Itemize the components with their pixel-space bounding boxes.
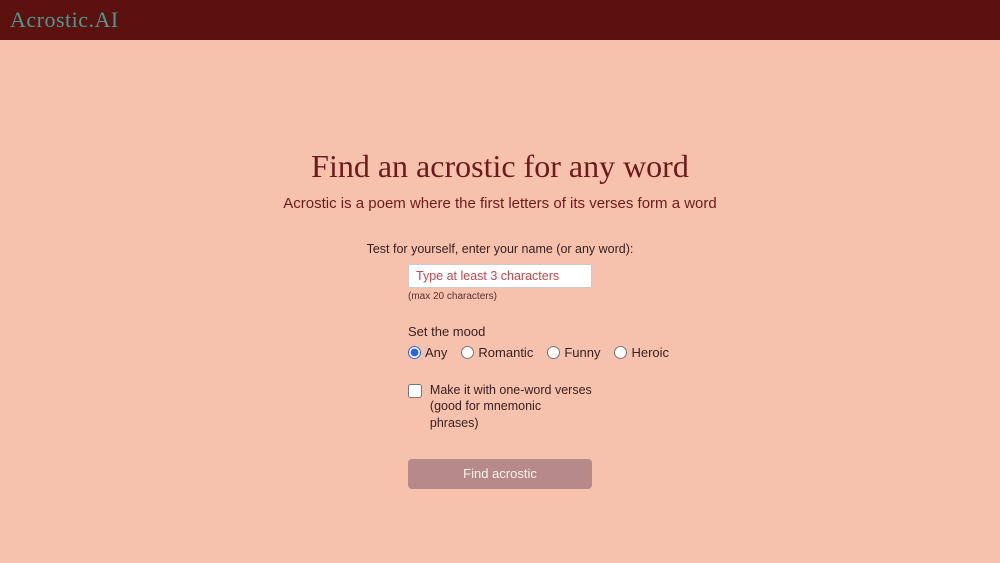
main-content: Find an acrostic for any word Acrostic i… [0,40,1000,563]
mood-radio-group: Any Romantic Funny Heroic [408,345,592,360]
mood-radio-funny-input[interactable] [547,346,560,359]
header: Acrostic.AI [0,0,1000,40]
max-chars-note: (max 20 characters) [408,291,592,302]
checkbox-label-line2: (good for mnemonic phrases) [430,399,541,429]
page-subtitle: Acrostic is a poem where the first lette… [0,195,1000,212]
one-word-checkbox-row: Make it with one-word verses (good for m… [408,382,592,431]
find-acrostic-button[interactable]: Find acrostic [408,459,592,489]
mood-radio-heroic-label[interactable]: Heroic [631,345,669,360]
mood-radio-romantic: Romantic [461,345,533,360]
one-word-checkbox-label[interactable]: Make it with one-word verses (good for m… [430,382,592,431]
mood-label: Set the mood [408,324,592,339]
mood-radio-romantic-label[interactable]: Romantic [478,345,533,360]
word-input[interactable] [408,264,592,288]
mood-radio-funny-label[interactable]: Funny [564,345,600,360]
mood-radio-heroic: Heroic [614,345,669,360]
mood-radio-any-input[interactable] [408,346,421,359]
form-container: Test for yourself, enter your name (or a… [330,242,670,489]
mood-radio-any: Any [408,345,447,360]
inner-form: (max 20 characters) Set the mood Any Rom… [408,264,592,489]
checkbox-label-line1: Make it with one-word verses [430,383,592,397]
one-word-checkbox[interactable] [408,384,422,398]
mood-radio-funny: Funny [547,345,600,360]
mood-radio-romantic-input[interactable] [461,346,474,359]
mood-radio-heroic-input[interactable] [614,346,627,359]
mood-radio-any-label[interactable]: Any [425,345,447,360]
input-label: Test for yourself, enter your name (or a… [330,242,670,256]
page-title: Find an acrostic for any word [0,148,1000,185]
logo[interactable]: Acrostic.AI [10,7,119,33]
